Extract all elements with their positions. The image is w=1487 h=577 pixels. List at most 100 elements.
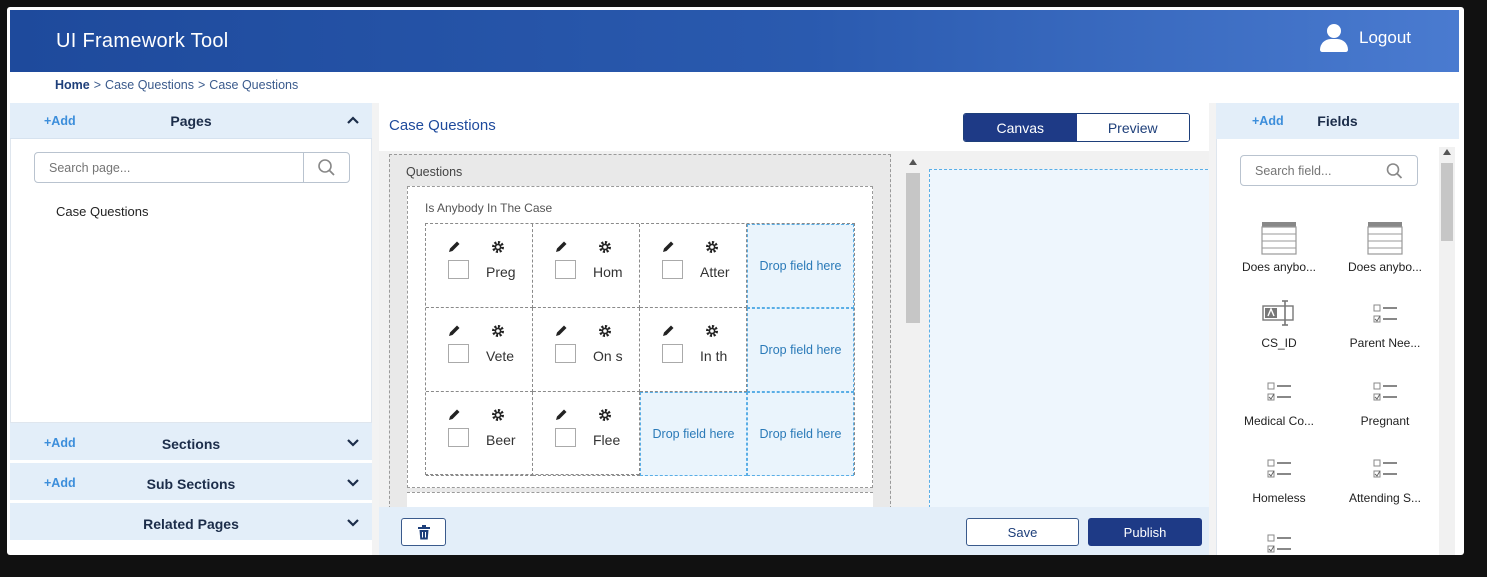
field-name: Homeless bbox=[1252, 491, 1306, 505]
user-icon bbox=[1319, 24, 1349, 52]
field-checkbox[interactable] bbox=[448, 428, 469, 447]
search-icon bbox=[318, 159, 335, 176]
field-checkbox[interactable] bbox=[448, 344, 469, 363]
save-button[interactable]: Save bbox=[966, 518, 1079, 546]
search-icon[interactable] bbox=[1385, 162, 1405, 180]
page-search-input[interactable] bbox=[35, 153, 301, 182]
field-checkbox[interactable] bbox=[555, 260, 576, 279]
field-search bbox=[1240, 155, 1418, 186]
breadcrumb: Home > Case Questions > Case Questions bbox=[55, 78, 298, 92]
chevron-down-icon[interactable] bbox=[346, 476, 360, 490]
field-cell[interactable]: Flee bbox=[533, 392, 640, 476]
fields-panel-body: Does anybo... Does anybo... CS_ID Parent… bbox=[1216, 139, 1459, 555]
field-checkbox[interactable] bbox=[448, 260, 469, 279]
field-checkbox[interactable] bbox=[555, 428, 576, 447]
top-header: UI Framework Tool Logout bbox=[10, 10, 1459, 72]
checklist-icon bbox=[1373, 459, 1397, 478]
scrollbar-thumb[interactable] bbox=[1441, 163, 1453, 241]
sections-accordion[interactable]: +Add Sections bbox=[10, 423, 372, 463]
gear-icon[interactable] bbox=[598, 324, 612, 338]
pencil-icon[interactable] bbox=[554, 240, 568, 254]
field-checkbox[interactable] bbox=[662, 344, 683, 363]
related-pages-title: Related Pages bbox=[143, 516, 239, 532]
fields-header: +Add Fields bbox=[1216, 103, 1459, 139]
preview-tab[interactable]: Preview bbox=[1076, 114, 1189, 141]
drop-zone[interactable]: Drop field here bbox=[747, 392, 854, 476]
breadcrumb-home[interactable]: Home bbox=[55, 78, 90, 92]
gear-icon[interactable] bbox=[598, 408, 612, 422]
pencil-icon[interactable] bbox=[447, 408, 461, 422]
app-title: UI Framework Tool bbox=[56, 30, 229, 52]
field-item[interactable] bbox=[1227, 527, 1331, 555]
pencil-icon[interactable] bbox=[554, 408, 568, 422]
field-search-input[interactable] bbox=[1241, 156, 1381, 185]
drop-zone[interactable]: Drop field here bbox=[747, 308, 854, 392]
scrollbar-thumb[interactable] bbox=[906, 173, 920, 323]
gear-icon[interactable] bbox=[491, 240, 505, 254]
field-item[interactable]: Pregnant bbox=[1333, 375, 1437, 428]
logout-label: Logout bbox=[1359, 28, 1411, 47]
gear-icon[interactable] bbox=[598, 240, 612, 254]
page-item-case-questions[interactable]: Case Questions bbox=[56, 204, 149, 219]
text-field-icon bbox=[1262, 300, 1294, 326]
delete-button[interactable] bbox=[401, 518, 446, 546]
field-label: On s bbox=[593, 348, 623, 364]
gear-icon[interactable] bbox=[705, 324, 719, 338]
field-cell[interactable]: Beer bbox=[426, 392, 533, 476]
gear-icon[interactable] bbox=[491, 324, 505, 338]
field-cell[interactable]: Vete bbox=[426, 308, 533, 392]
pages-header: +Add Pages bbox=[10, 103, 372, 139]
canvas-scrollbar[interactable] bbox=[906, 159, 920, 507]
field-item[interactable]: CS_ID bbox=[1227, 297, 1331, 350]
gear-icon[interactable] bbox=[705, 240, 719, 254]
field-label: Beer bbox=[486, 432, 516, 448]
field-item[interactable]: Attending S... bbox=[1333, 452, 1437, 505]
field-item[interactable]: Parent Nee... bbox=[1333, 297, 1437, 350]
drop-zone[interactable]: Drop field here bbox=[747, 224, 854, 308]
field-item[interactable]: Homeless bbox=[1227, 452, 1331, 505]
field-cell[interactable]: In th bbox=[640, 308, 747, 392]
page-search-button[interactable] bbox=[303, 153, 349, 182]
pages-panel-body: Case Questions bbox=[10, 139, 372, 423]
pencil-icon[interactable] bbox=[661, 324, 675, 338]
questions-container[interactable]: Questions Is Anybody In The Case Preg Ho… bbox=[389, 154, 891, 507]
field-cell[interactable]: Preg bbox=[426, 224, 533, 308]
gear-icon[interactable] bbox=[491, 408, 505, 422]
drop-zone[interactable]: Drop field here bbox=[640, 392, 747, 476]
field-name: Pregnant bbox=[1360, 414, 1410, 428]
scroll-up-icon[interactable] bbox=[1443, 149, 1451, 155]
chevron-down-icon[interactable] bbox=[346, 516, 360, 530]
scroll-up-icon[interactable] bbox=[909, 159, 917, 165]
sub-sections-accordion[interactable]: +Add Sub Sections bbox=[10, 463, 372, 503]
chevron-up-icon[interactable] bbox=[346, 113, 360, 127]
field-checkbox[interactable] bbox=[662, 260, 683, 279]
field-item[interactable]: Does anybo... bbox=[1227, 221, 1331, 274]
field-cell[interactable]: Atter bbox=[640, 224, 747, 308]
pencil-icon[interactable] bbox=[554, 324, 568, 338]
sub-sections-title: Sub Sections bbox=[146, 476, 236, 492]
field-checkbox[interactable] bbox=[555, 344, 576, 363]
fields-scrollbar[interactable] bbox=[1439, 147, 1455, 555]
column-drop-zone[interactable] bbox=[929, 169, 1209, 507]
trash-icon bbox=[417, 524, 430, 539]
canvas-tab[interactable]: Canvas bbox=[964, 114, 1077, 141]
chevron-down-icon[interactable] bbox=[346, 436, 360, 450]
pencil-icon[interactable] bbox=[447, 240, 461, 254]
panel-divider bbox=[1209, 103, 1216, 555]
field-item[interactable]: Medical Co... bbox=[1227, 375, 1331, 428]
publish-button[interactable]: Publish bbox=[1088, 518, 1202, 546]
field-grid: Preg Hom Atter Drop field here Vete On s… bbox=[425, 223, 855, 476]
section-container[interactable]: Is Anybody In The Case Preg Hom Atter Dr… bbox=[407, 186, 873, 488]
pencil-icon[interactable] bbox=[661, 240, 675, 254]
field-item[interactable]: Does anybo... bbox=[1333, 221, 1437, 274]
table-icon bbox=[1367, 222, 1403, 255]
logout-button[interactable]: Logout bbox=[1319, 24, 1411, 52]
section-label: Is Anybody In The Case bbox=[425, 201, 553, 215]
field-cell[interactable]: On s bbox=[533, 308, 640, 392]
breadcrumb-item[interactable]: Case Questions bbox=[105, 78, 194, 92]
related-pages-accordion[interactable]: Related Pages bbox=[10, 503, 372, 543]
next-section-container[interactable] bbox=[407, 492, 873, 507]
canvas-footer: Save Publish bbox=[379, 507, 1209, 555]
field-cell[interactable]: Hom bbox=[533, 224, 640, 308]
pencil-icon[interactable] bbox=[447, 324, 461, 338]
